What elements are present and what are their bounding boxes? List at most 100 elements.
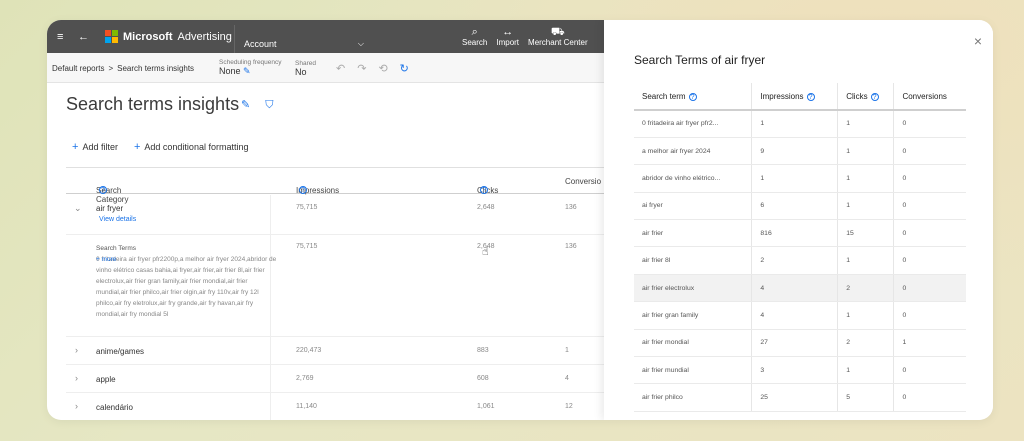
clicks-cell: 5 <box>837 383 895 412</box>
hamburger-menu-icon[interactable]: ≡ <box>57 20 63 53</box>
conversions-cell: 0 <box>893 164 966 193</box>
table-row[interactable]: ai fryer 6 1 0 <box>634 192 966 221</box>
cart-icon: ⛟ <box>550 26 565 38</box>
table-row[interactable]: air frier mondial 27 2 1 <box>634 329 966 358</box>
help-icon[interactable]: ? <box>480 186 488 194</box>
brand-logo[interactable]: Microsoft Advertising <box>105 20 232 53</box>
impressions-cell: 1 <box>751 110 839 138</box>
history-controls: ↶ ↷ ⟲ ↻ <box>336 53 421 83</box>
edit-pencil-icon[interactable]: ✎ <box>243 66 251 76</box>
impressions-cell: 27 <box>751 329 839 358</box>
microsoft-logo-icon <box>105 30 118 43</box>
impressions-cell: 3 <box>751 356 839 385</box>
table-row[interactable]: air frier 8l 2 1 0 <box>634 246 966 275</box>
chevron-right-icon[interactable]: › <box>75 345 78 355</box>
search-term-cell: air frier gran family <box>634 301 753 330</box>
plus-icon: + <box>72 141 79 153</box>
conversions-cell: 0 <box>893 274 966 303</box>
save-icon[interactable]: ⛉ <box>265 99 273 111</box>
top-bar: ≡ ← Microsoft Advertising Account ⌵ ⌕ Se… <box>47 20 607 53</box>
column-conversions[interactable]: Conversio <box>565 177 601 186</box>
conversions-cell: 0 <box>893 356 966 385</box>
clicks-cell: 1 <box>837 110 895 138</box>
search-term-cell: ai fryer <box>634 192 753 221</box>
conversions-cell: 0 <box>893 219 966 248</box>
table-header-row: Search term? Impressions? Clicks? Conver… <box>634 83 966 111</box>
search-terms-list: Search Terms 0 fritadeira air fryer pfr2… <box>96 245 277 318</box>
category-name: air fryer <box>96 204 124 213</box>
revert-icon[interactable]: ⟲ <box>378 62 387 75</box>
conversions-cell: 0 <box>893 246 966 275</box>
app-window: ≡ ← Microsoft Advertising Account ⌵ ⌕ Se… <box>47 20 993 420</box>
table-row[interactable]: air frier gran family 4 1 0 <box>634 301 966 330</box>
table-row[interactable]: › apple 2,769 608 4 <box>66 365 606 393</box>
conversions-cell: 1 <box>893 329 966 358</box>
table-row[interactable]: ⌄ air fryer View details 75,715 2,648 13… <box>66 195 606 235</box>
search-term-cell: air frier 8l <box>634 246 753 275</box>
clicks-cell: 1 <box>837 356 895 385</box>
column-conversions[interactable]: Conversions <box>893 83 966 111</box>
search-term-cell: air frier philco <box>634 383 753 412</box>
conversions-cell: 0 <box>893 110 966 138</box>
mouse-cursor-icon: ☝ <box>482 246 489 258</box>
impressions-cell: 816 <box>751 219 839 248</box>
import-icon: ↔ <box>502 26 514 38</box>
help-icon[interactable]: ? <box>99 186 107 194</box>
impressions-cell: 1 <box>751 164 839 193</box>
account-selector[interactable]: Account ⌵ <box>234 25 374 53</box>
nav-search[interactable]: ⌕ Search <box>462 26 487 47</box>
clicks-cell: 1 <box>837 246 895 275</box>
table-header: Search Category? Impressions? Clicks? Co… <box>66 167 606 204</box>
add-filter-button[interactable]: + Add filter <box>72 141 118 153</box>
page-title: Search terms insights <box>66 94 240 114</box>
table-row[interactable]: abridor de vinho elétrico... 1 1 0 <box>634 164 966 193</box>
table-row[interactable]: air frier mundial 3 1 0 <box>634 356 966 385</box>
nav-import[interactable]: ↔ Import <box>496 26 519 47</box>
add-conditional-formatting-button[interactable]: + Add conditional formatting <box>134 141 249 153</box>
more-link[interactable]: + more <box>96 254 116 265</box>
close-icon[interactable]: × <box>974 33 982 49</box>
conversions-cell: 0 <box>893 383 966 412</box>
table-row[interactable]: air frier philco 25 5 0 <box>634 383 966 412</box>
breadcrumb-root[interactable]: Default reports <box>52 64 104 73</box>
impressions-cell: 4 <box>751 301 839 330</box>
clicks-cell: 15 <box>837 219 895 248</box>
clicks-cell: 1 <box>837 301 895 330</box>
undo-icon[interactable]: ↶ <box>336 62 345 75</box>
search-term-cell: 0 fritadeira air fryer pfr2... <box>634 110 753 138</box>
brand-name: Microsoft <box>123 30 173 43</box>
table-row[interactable]: 0 fritadeira air fryer pfr2... 1 1 0 <box>634 110 966 138</box>
nav-merchant-center[interactable]: ⛟ Merchant Center <box>528 26 588 47</box>
table-row[interactable]: › anime/games 220,473 883 1 <box>66 337 606 365</box>
back-arrow-icon[interactable]: ← <box>78 20 89 53</box>
filter-bar: + Add filter + Add conditional formatting <box>72 141 248 153</box>
clicks-cell: 2 <box>837 329 895 358</box>
chevron-down-icon[interactable]: ⌄ <box>74 203 82 214</box>
table-row[interactable]: air frier 816 15 0 <box>634 219 966 248</box>
table-row[interactable]: air frier electrolux 4 2 0 <box>634 274 966 303</box>
report-toolbar: Default reports > Search terms insights … <box>47 53 607 83</box>
help-icon[interactable]: ? <box>870 92 879 101</box>
scheduling-frequency[interactable]: Scheduling frequency None ✎ <box>219 53 282 83</box>
table-row[interactable]: › calendário 11,140 1,061 12 <box>66 393 606 420</box>
search-term-cell: air frier mundial <box>634 356 753 385</box>
clicks-cell: 2 <box>837 274 895 303</box>
help-icon[interactable]: ? <box>806 92 815 101</box>
column-impressions[interactable]: Impressions? <box>751 83 839 111</box>
refresh-icon[interactable]: ↻ <box>400 62 409 75</box>
clicks-cell: 1 <box>837 192 895 221</box>
chevron-right-icon[interactable]: › <box>75 373 78 383</box>
help-icon[interactable]: ? <box>688 92 697 101</box>
conversions-cell: 0 <box>893 192 966 221</box>
edit-title-icon[interactable]: ✎ <box>241 99 250 111</box>
help-icon[interactable]: ? <box>299 186 307 194</box>
chevron-right-icon[interactable]: › <box>75 401 78 411</box>
search-icon: ⌕ <box>471 26 478 38</box>
column-search-term[interactable]: Search term? <box>634 83 753 111</box>
table-row[interactable]: a melhor air fryer 2024 9 1 0 <box>634 137 966 166</box>
view-details-link[interactable]: View details <box>99 216 136 223</box>
column-clicks[interactable]: Clicks? <box>837 83 895 111</box>
redo-icon[interactable]: ↷ <box>357 62 366 75</box>
expanded-search-terms: Search Terms 0 fritadeira air fryer pfr2… <box>66 235 606 337</box>
search-terms-panel: × Search Terms of air fryer Search term?… <box>604 20 993 420</box>
